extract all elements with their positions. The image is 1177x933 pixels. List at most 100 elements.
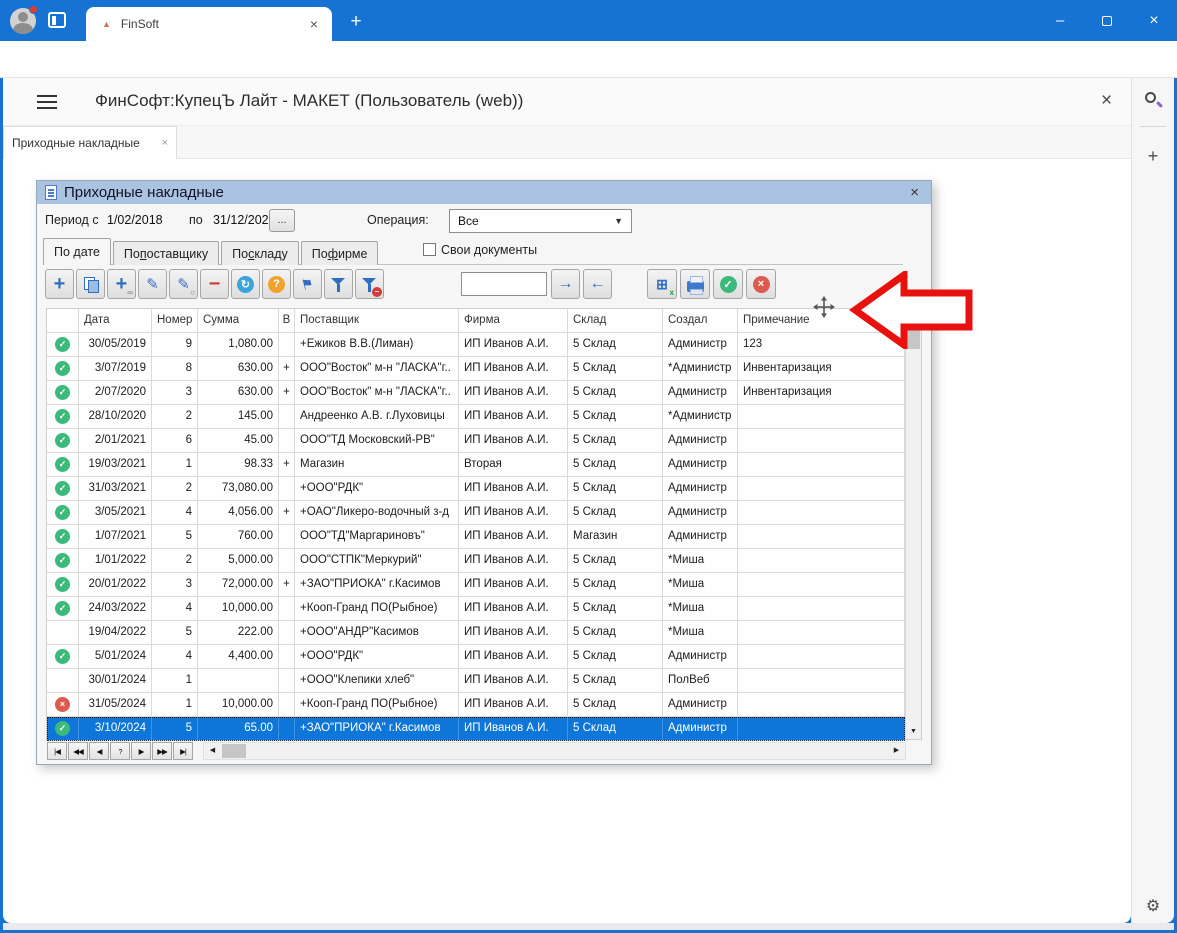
- copy-button[interactable]: [76, 269, 105, 299]
- vertical-scrollbar[interactable]: ▲ ▼: [905, 309, 921, 739]
- app-close-button[interactable]: ×: [1101, 90, 1112, 112]
- table-row[interactable]: ✓2/07/20203630.00+ООО"Восток" м-н "ЛАСКА…: [47, 381, 905, 405]
- action-buttons: ⊞x ✓×: [647, 269, 776, 299]
- browser-tab[interactable]: ▲ FinSoft ×: [86, 7, 332, 41]
- dialog-toolbar: + +∞✎✎○−↻?⚑ –: [45, 269, 384, 301]
- nav-fast-back-button[interactable]: ◀◀: [68, 742, 88, 760]
- column-header-1[interactable]: Дата: [79, 309, 152, 332]
- refresh-button[interactable]: ↻: [231, 269, 260, 299]
- table-row[interactable]: ✓1/01/202225,000.00ООО"СТПК"Меркурий"ИП …: [47, 549, 905, 573]
- invoices-dialog: Приходные накладные × Период с 1/02/2018…: [36, 180, 932, 765]
- column-header-0[interactable]: [47, 309, 79, 332]
- sidebar-add-icon[interactable]: +: [1132, 146, 1174, 167]
- scroll-left-icon[interactable]: ◀: [204, 743, 221, 759]
- own-docs-checkbox[interactable]: [423, 243, 436, 256]
- filter-tab-3[interactable]: По складу: [221, 241, 299, 265]
- search-icon[interactable]: [1145, 92, 1156, 103]
- column-header-7[interactable]: Склад: [568, 309, 663, 332]
- menu-hamburger-icon[interactable]: [37, 95, 57, 109]
- status-ok-icon: ✓: [55, 721, 70, 736]
- excel-export-button[interactable]: ⊞x: [647, 269, 677, 299]
- period-row: Период с 1/02/2018 по 31/12/2025 ... Опе…: [37, 204, 931, 238]
- table-row[interactable]: ✓3/07/20198630.00+ООО"Восток" м-н "ЛАСКА…: [47, 357, 905, 381]
- app-header: ФинСофт:КупецЪ Лайт - МАКЕТ (Пользовател…: [3, 78, 1131, 126]
- print-button[interactable]: [680, 269, 710, 299]
- period-from-value[interactable]: 1/02/2018: [107, 213, 163, 227]
- scroll-down-icon[interactable]: ▼: [906, 724, 921, 739]
- table-row[interactable]: 30/01/20241+ООО"Клепики хлеб"ИП Иванов А…: [47, 669, 905, 693]
- browser-titlebar: ▲ FinSoft × + – ×: [0, 0, 1177, 41]
- filter-button[interactable]: [324, 269, 353, 299]
- forward-button[interactable]: →: [551, 269, 580, 299]
- add-button[interactable]: +: [45, 269, 74, 299]
- period-picker-button[interactable]: ...: [269, 209, 295, 232]
- table-row[interactable]: ✓28/10/20202145.00Андреенко А.В. г.Лухов…: [47, 405, 905, 429]
- filter-tab-1[interactable]: По дате: [43, 238, 111, 265]
- nav-next-button[interactable]: ▶: [131, 742, 151, 760]
- table-row[interactable]: ✓31/03/2021273,080.00+ООО"РДК"ИП Иванов …: [47, 477, 905, 501]
- status-error-icon: ×: [55, 697, 70, 712]
- doc-tab-close-icon[interactable]: ×: [162, 137, 168, 149]
- nav-first-button[interactable]: |◀: [47, 742, 67, 760]
- tab-close-icon[interactable]: ×: [306, 16, 322, 32]
- table-body: ✓30/05/201991,080.00+Ежиков В.В.(Лиман)И…: [47, 333, 905, 741]
- nav-last-button[interactable]: ▶|: [173, 742, 193, 760]
- period-to-value[interactable]: 31/12/2025: [213, 213, 276, 227]
- table-row[interactable]: ✓2/01/2021645.00ООО"ТД Московский-РВ"ИП …: [47, 429, 905, 453]
- horizontal-scrollbar[interactable]: ◀ ▶: [203, 742, 906, 760]
- window-bottom-strip: [3, 923, 1174, 930]
- gear-icon[interactable]: ⚙: [1132, 896, 1174, 916]
- status-ok-icon: ✓: [55, 433, 70, 448]
- window-close-button[interactable]: ×: [1131, 0, 1177, 41]
- table-row[interactable]: ×31/05/2024110,000.00+Кооп-Гранд ПО(Рыбн…: [47, 693, 905, 717]
- confirm-button[interactable]: ✓: [713, 269, 743, 299]
- browser-navbar: ← ↻ i localhost /app/FinSoft ↗ ☆ ◫ ☆ ⊞ ♡…: [0, 41, 1177, 78]
- doc-tab-invoices[interactable]: Приходные накладные ×: [3, 126, 177, 159]
- status-ok-icon: ✓: [55, 409, 70, 424]
- column-header-8[interactable]: Создал: [663, 309, 738, 332]
- window-maximize-button[interactable]: [1084, 0, 1130, 41]
- column-header-3[interactable]: Сумма: [198, 309, 279, 332]
- table-row[interactable]: ✓5/01/202444,400.00+ООО"РДК"ИП Иванов А.…: [47, 645, 905, 669]
- table-row[interactable]: ✓3/05/202144,056.00++ОАО"Ликеро-водочный…: [47, 501, 905, 525]
- cancel-button[interactable]: ×: [746, 269, 776, 299]
- dialog-footer: |◀◀◀◀?▶▶▶▶| ◀ ▶: [46, 742, 922, 762]
- annotation-arrow: [848, 271, 976, 349]
- filter-tab-2[interactable]: По поставщику: [113, 241, 219, 265]
- column-header-5[interactable]: Поставщик: [295, 309, 459, 332]
- delete-button[interactable]: −: [200, 269, 229, 299]
- table-row[interactable]: ✓30/05/201991,080.00+Ежиков В.В.(Лиман)И…: [47, 333, 905, 357]
- column-header-4[interactable]: В: [279, 309, 295, 332]
- dialog-titlebar[interactable]: Приходные накладные ×: [37, 181, 931, 204]
- backward-button[interactable]: ←: [583, 269, 612, 299]
- send-button[interactable]: ⚑: [293, 269, 322, 299]
- new-tab-button[interactable]: +: [341, 8, 371, 36]
- column-header-2[interactable]: Номер: [152, 309, 198, 332]
- view-button[interactable]: ✎○: [169, 269, 198, 299]
- add-linked-button[interactable]: +∞: [107, 269, 136, 299]
- workspaces-icon[interactable]: [48, 12, 66, 28]
- nav-fast-forward-button[interactable]: ▶▶: [152, 742, 172, 760]
- table-row[interactable]: 19/04/20225222.00+ООО"АНДР"КасимовИП Ива…: [47, 621, 905, 645]
- table-row[interactable]: ✓3/10/2024565.00+ЗАО"ПРИОКА" г.КасимовИП…: [47, 717, 905, 741]
- nav-bookmark-button[interactable]: ?: [110, 742, 130, 760]
- table-row[interactable]: ✓20/01/2022372,000.00++ЗАО"ПРИОКА" г.Кас…: [47, 573, 905, 597]
- filter-tab-4[interactable]: По фирме: [301, 241, 379, 265]
- operation-select[interactable]: Все ▼: [449, 209, 632, 233]
- dialog-close-button[interactable]: ×: [910, 184, 923, 201]
- filter-clear-button[interactable]: –: [355, 269, 384, 299]
- edit-button[interactable]: ✎: [138, 269, 167, 299]
- horizontal-scroll-thumb[interactable]: [222, 744, 246, 758]
- app-tabstrip: Приходные накладные ×: [3, 126, 1131, 159]
- help-button[interactable]: ?: [262, 269, 291, 299]
- table-row[interactable]: ✓1/07/20215760.00ООО"ТД"Маргариновъ"ИП И…: [47, 525, 905, 549]
- quick-search-input[interactable]: [461, 272, 547, 296]
- status-ok-icon: ✓: [55, 553, 70, 568]
- table-header-row: ДатаНомерСуммаВПоставщикФирмаСкладСоздал…: [47, 309, 905, 333]
- window-minimize-button[interactable]: –: [1037, 0, 1083, 41]
- table-row[interactable]: ✓19/03/2021198.33+МагазинВторая5 СкладАд…: [47, 453, 905, 477]
- table-row[interactable]: ✓24/03/2022410,000.00+Кооп-Гранд ПО(Рыбн…: [47, 597, 905, 621]
- nav-prev-button[interactable]: ◀: [89, 742, 109, 760]
- column-header-6[interactable]: Фирма: [459, 309, 568, 332]
- scroll-right-icon[interactable]: ▶: [888, 743, 905, 759]
